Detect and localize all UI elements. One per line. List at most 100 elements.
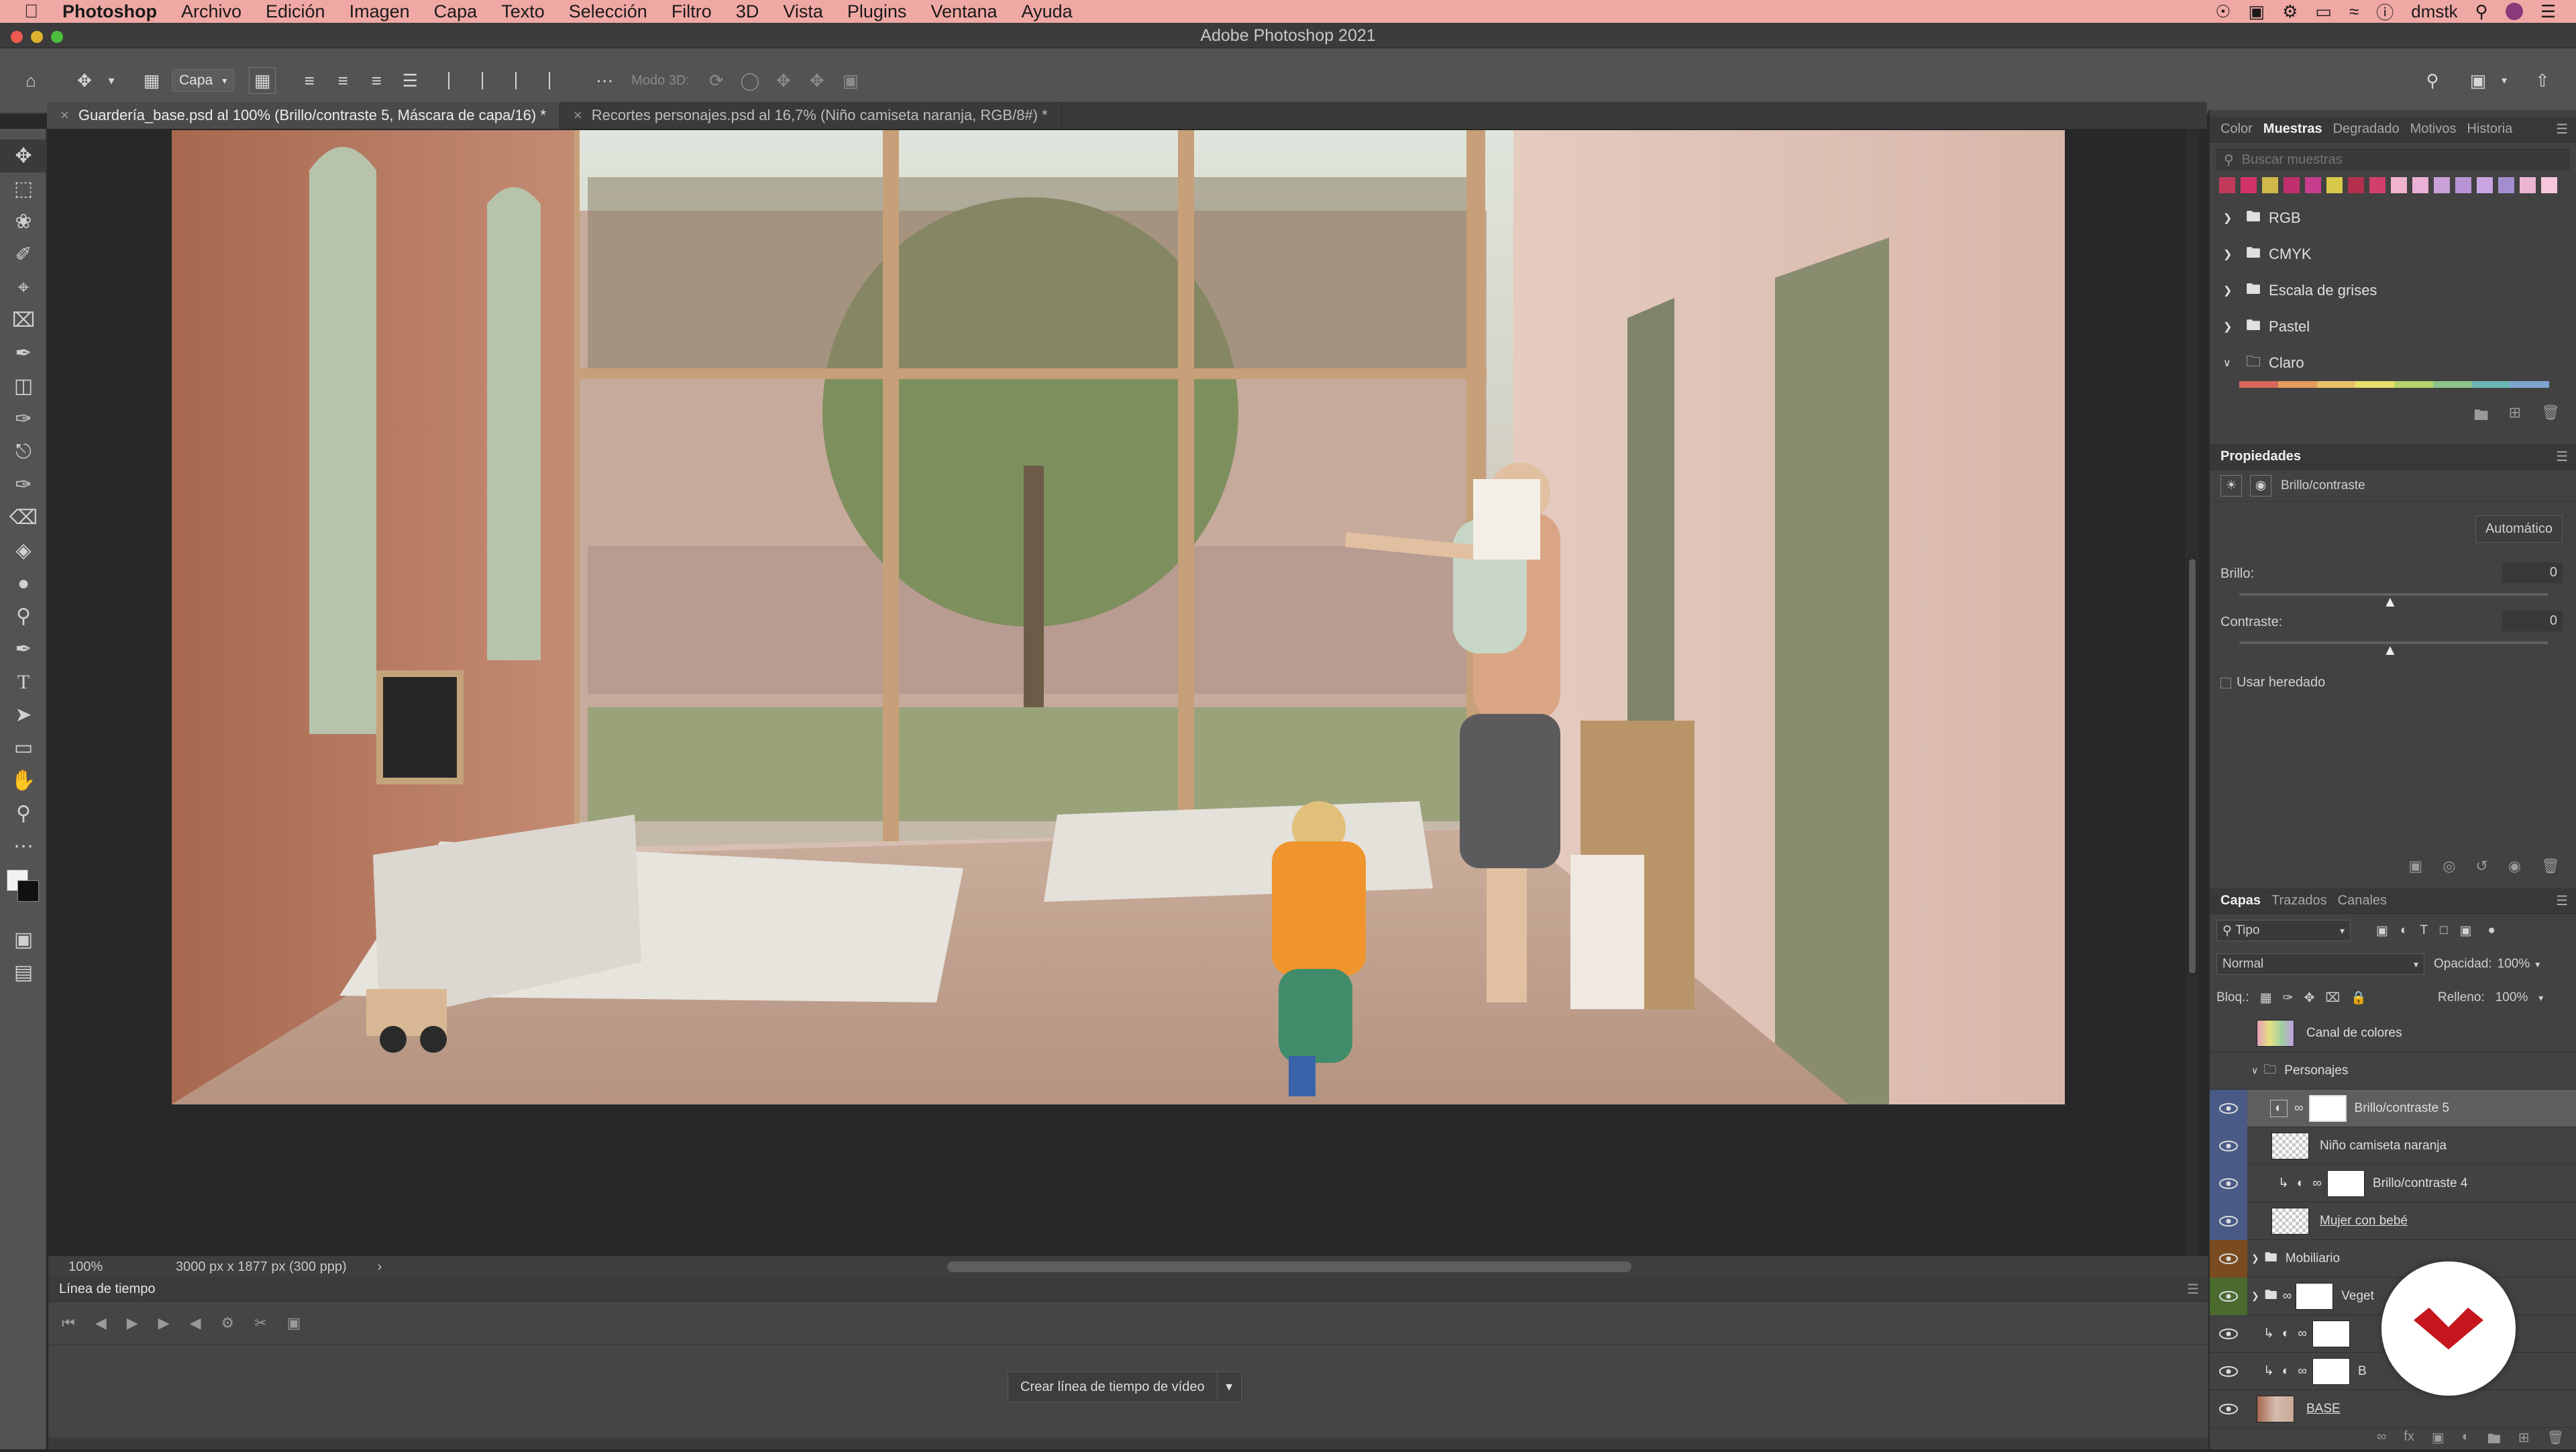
- auto-button[interactable]: Automático: [2475, 515, 2563, 543]
- layer-mask-thumbnail[interactable]: [2312, 1320, 2350, 1347]
- swatch[interactable]: [2477, 177, 2493, 193]
- menu-edicion[interactable]: Edición: [266, 1, 325, 22]
- scroll-thumb[interactable]: [2188, 558, 2196, 974]
- group-expand-icon[interactable]: ❯: [2251, 1253, 2259, 1264]
- new-layer-icon[interactable]: ⊞: [2518, 1429, 2530, 1449]
- filter-type-icon[interactable]: T: [2420, 923, 2428, 938]
- layer-visibility-toggle[interactable]: [2210, 1202, 2247, 1240]
- quick-mask-icon[interactable]: ▣: [0, 923, 47, 956]
- menu-ayuda[interactable]: Ayuda: [1022, 1, 1073, 22]
- layer-name[interactable]: Canal de colores: [2306, 1026, 2402, 1041]
- layer-visibility-toggle[interactable]: [2210, 1315, 2247, 1353]
- lock-paint-icon[interactable]: ✑: [2283, 990, 2294, 1006]
- path-select-tool-icon[interactable]: ➤: [0, 698, 47, 731]
- search-icon[interactable]: ⚲: [2419, 67, 2446, 94]
- layer-row-selected[interactable]: ◐ ∞ Brillo/contraste 5: [2210, 1089, 2576, 1127]
- layer-name[interactable]: Brillo/contraste 4: [2373, 1176, 2468, 1191]
- layer-row[interactable]: ↳ ◐ ∞ Brillo/contraste 4: [2210, 1164, 2576, 1202]
- layer-visibility-toggle[interactable]: [2210, 1277, 2247, 1315]
- trash-icon[interactable]: 🗑: [2547, 1429, 2564, 1449]
- transition-icon[interactable]: ▣: [287, 1314, 301, 1332]
- strip-swatch[interactable]: [2277, 381, 2317, 388]
- tab-muestras[interactable]: Muestras: [2263, 121, 2322, 137]
- strip-swatch[interactable]: [2239, 381, 2278, 388]
- layer-visibility-toggle[interactable]: [2210, 1239, 2247, 1278]
- view-previous-icon[interactable]: ◎: [2443, 858, 2455, 875]
- create-video-timeline-button[interactable]: Crear línea de tiempo de vídeo ▾: [1008, 1371, 1242, 1402]
- brush-tool-icon[interactable]: ✑: [0, 403, 47, 435]
- menubar-user[interactable]: dmstk: [2411, 1, 2457, 22]
- zoom-tool-icon[interactable]: ⚲: [0, 797, 47, 830]
- play-icon[interactable]: ▶: [127, 1314, 138, 1332]
- strip-swatch[interactable]: [2394, 381, 2433, 388]
- align-center-icon[interactable]: ≡: [329, 67, 356, 94]
- filter-kind-select[interactable]: ⚲ Tipo ▾: [2216, 920, 2351, 941]
- new-group-icon[interactable]: 🖿: [2487, 1429, 2501, 1449]
- share-icon[interactable]: ⇧: [2529, 67, 2556, 94]
- swatch[interactable]: [2326, 177, 2343, 193]
- apple-icon[interactable]: : [24, 1, 38, 22]
- claro-swatch-strip[interactable]: [2239, 381, 2549, 388]
- folder-cmyk[interactable]: ❯ 🖿 CMYK: [2223, 236, 2576, 272]
- new-adjustment-icon[interactable]: ◐: [2462, 1429, 2470, 1449]
- screen-icon[interactable]: ▣: [2249, 1, 2265, 22]
- clip-icon[interactable]: ▣: [2408, 858, 2422, 875]
- type-tool-icon[interactable]: T: [0, 666, 47, 698]
- tab-guarderia[interactable]: × Guardería_base.psd al 100% (Brillo/cont…: [47, 102, 560, 129]
- brightness-slider-handle[interactable]: ▲: [2383, 593, 2398, 611]
- layer-name[interactable]: Veget: [2341, 1289, 2374, 1304]
- swatch[interactable]: [2391, 177, 2407, 193]
- blur-tool-icon[interactable]: ●: [0, 567, 47, 600]
- more-tools-icon[interactable]: ⋯: [0, 830, 47, 863]
- strip-swatch[interactable]: [2355, 381, 2394, 388]
- layer-mask-thumbnail[interactable]: [2308, 1094, 2347, 1122]
- filter-pixel-icon[interactable]: ▣: [2376, 923, 2388, 939]
- swatch[interactable]: [2412, 177, 2428, 193]
- align-left-icon[interactable]: ≡: [296, 67, 323, 94]
- lock-artboard-icon[interactable]: ⌧: [2325, 990, 2340, 1006]
- airplay-icon[interactable]: ▭: [2315, 1, 2332, 22]
- layer-name[interactable]: Mujer con bebé: [2320, 1214, 2408, 1229]
- tab-motivos[interactable]: Motivos: [2410, 121, 2457, 137]
- new-swatch-icon[interactable]: ⊞: [2509, 404, 2521, 429]
- contrast-slider-handle[interactable]: ▲: [2383, 641, 2398, 659]
- control-center-icon[interactable]: ☰: [2540, 1, 2556, 22]
- shape-tool-icon[interactable]: ▭: [0, 731, 47, 764]
- audio-icon[interactable]: ◀: [190, 1314, 201, 1332]
- brightness-value[interactable]: 0: [2502, 562, 2563, 583]
- folder-claro[interactable]: ∨ 🗀 Claro: [2223, 345, 2576, 381]
- close-tab-icon[interactable]: ×: [574, 107, 582, 124]
- search-icon[interactable]: ⚲: [2475, 1, 2488, 22]
- panel-menu-icon[interactable]: ☰: [2556, 121, 2568, 138]
- legacy-checkbox[interactable]: [2220, 677, 2231, 688]
- link-layers-icon[interactable]: ∞: [2377, 1429, 2386, 1449]
- search-input[interactable]: [2240, 151, 2536, 168]
- menu-capa[interactable]: Capa: [434, 1, 478, 22]
- bucket-tool-icon[interactable]: ◈: [0, 534, 47, 567]
- home-icon[interactable]: ⌂: [17, 67, 44, 94]
- blend-mode-select[interactable]: Normal ▾: [2216, 953, 2424, 975]
- fill-value[interactable]: 100%: [2496, 990, 2528, 1005]
- layer-name[interactable]: BASE: [2306, 1402, 2341, 1416]
- tab-historia[interactable]: Historia: [2467, 121, 2512, 137]
- group-expand-icon[interactable]: ❯: [2251, 1290, 2259, 1302]
- layer-mask-thumbnail[interactable]: [2312, 1357, 2350, 1385]
- layer-visibility-toggle[interactable]: [2210, 1127, 2247, 1165]
- menu-3d[interactable]: 3D: [736, 1, 759, 22]
- layer-group-row[interactable]: ❯ 🖿 Mobiliario: [2210, 1239, 2576, 1278]
- filter-adjust-icon[interactable]: ◐: [2400, 923, 2408, 938]
- menu-filtro[interactable]: Filtro: [672, 1, 712, 22]
- lock-move-icon[interactable]: ✥: [2304, 990, 2314, 1006]
- tab-degradado[interactable]: Degradado: [2333, 121, 2400, 137]
- slide-3d-icon[interactable]: ✥: [804, 67, 830, 94]
- layer-name[interactable]: B: [2358, 1364, 2367, 1379]
- filter-smart-icon[interactable]: ▣: [2460, 923, 2472, 939]
- creative-cloud-icon[interactable]: ☉: [2215, 1, 2231, 22]
- layer-visibility-toggle[interactable]: [2210, 1164, 2247, 1202]
- eyedropper-tool-icon[interactable]: ✒: [0, 337, 47, 370]
- reset-icon[interactable]: ↺: [2475, 858, 2487, 875]
- layer-row[interactable]: Niño camiseta naranja: [2210, 1127, 2576, 1165]
- lock-transparency-icon[interactable]: ▦: [2260, 990, 2272, 1006]
- swatch[interactable]: [2348, 177, 2364, 193]
- layer-name[interactable]: Mobiliario: [2286, 1251, 2340, 1266]
